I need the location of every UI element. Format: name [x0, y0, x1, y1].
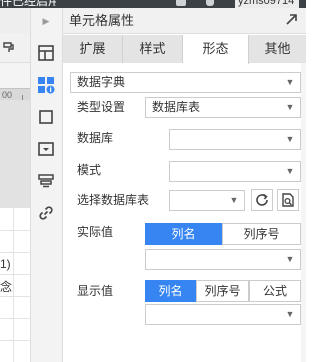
select-table-label: 选择数据库表 [77, 193, 150, 207]
tab-style[interactable]: 样式 [123, 35, 183, 63]
refresh-button[interactable] [251, 189, 273, 211]
display-value-column-name-option[interactable]: 列名 [145, 280, 196, 302]
chevron-right-icon[interactable]: ▶ [40, 14, 52, 28]
type-setting-select[interactable]: 数据库表 ▼ [145, 97, 301, 118]
display-value-column-index-option[interactable]: 列序号 [196, 280, 249, 302]
actual-value-column-name-option[interactable]: 列名 [145, 223, 222, 245]
type-setting-value: 数据库表 [152, 100, 201, 114]
chevron-down-icon: ▼ [285, 254, 295, 264]
schema-select[interactable]: ▼ [169, 161, 301, 182]
database-select[interactable]: ▼ [169, 129, 301, 150]
panel-scrollbar[interactable] [301, 63, 306, 362]
chevron-down-icon: ▼ [229, 195, 239, 205]
ruler-label: 00 [2, 90, 13, 100]
chevron-down-icon: ▼ [285, 309, 295, 319]
top-bar-icon[interactable] [206, 0, 214, 6]
sheet-cell[interactable]: 念 [0, 280, 14, 294]
chevron-down-icon: ▼ [285, 134, 295, 144]
tab-shape[interactable]: 形态 [183, 35, 249, 64]
select-table-input[interactable]: ▼ [169, 190, 245, 211]
shape-type-select[interactable]: 数据字典 ▼ [70, 72, 301, 93]
cell-properties-icon[interactable] [36, 75, 56, 95]
display-value-select[interactable]: ▼ [145, 304, 301, 325]
display-value-formula-option[interactable]: 公式 [249, 280, 301, 302]
chevron-down-icon: ▼ [285, 77, 295, 87]
cell-layout-icon[interactable] [36, 43, 56, 63]
grid-line [0, 318, 30, 319]
refresh-icon [256, 193, 268, 206]
expand-corner-icon[interactable] [283, 13, 299, 29]
grid-line [0, 252, 30, 253]
grid-line [0, 274, 30, 275]
square-icon[interactable] [36, 107, 56, 127]
shape-type-value: 数据字典 [77, 75, 126, 89]
chevron-down-icon: ▼ [285, 102, 295, 112]
table-preview-button[interactable] [277, 189, 299, 211]
dropdown-box-icon[interactable] [36, 139, 56, 159]
format-painter-icon[interactable] [3, 41, 15, 53]
tab-other[interactable]: 其他 [249, 35, 306, 63]
panel-title: 单元格属性 [69, 13, 135, 28]
layers-icon[interactable] [36, 171, 56, 191]
canvas-area [0, 100, 30, 208]
spreadsheet-toolbar [0, 8, 30, 33]
user-name-tab[interactable]: yzms09714 [235, 0, 299, 8]
grid-line [0, 296, 30, 297]
tab-extend[interactable]: 扩展 [63, 35, 123, 63]
actual-value-label: 实际值 [77, 225, 114, 239]
top-bar-title: 件已经启用 [0, 0, 56, 8]
actual-value-column-index-option[interactable]: 列序号 [222, 223, 301, 245]
grid-line [0, 340, 30, 341]
sheet-cell[interactable]: 1) [0, 257, 14, 271]
grid-line [0, 230, 30, 231]
link-icon[interactable] [36, 203, 56, 223]
schema-label: 模式 [77, 163, 102, 177]
top-bar-icon[interactable] [176, 0, 186, 6]
display-value-label: 显示值 [77, 284, 114, 298]
actual-value-select[interactable]: ▼ [145, 249, 301, 270]
type-setting-label: 类型设置 [77, 100, 126, 114]
chevron-down-icon: ▼ [285, 166, 295, 176]
table-search-icon [282, 193, 294, 207]
database-label: 数据库 [77, 131, 114, 145]
